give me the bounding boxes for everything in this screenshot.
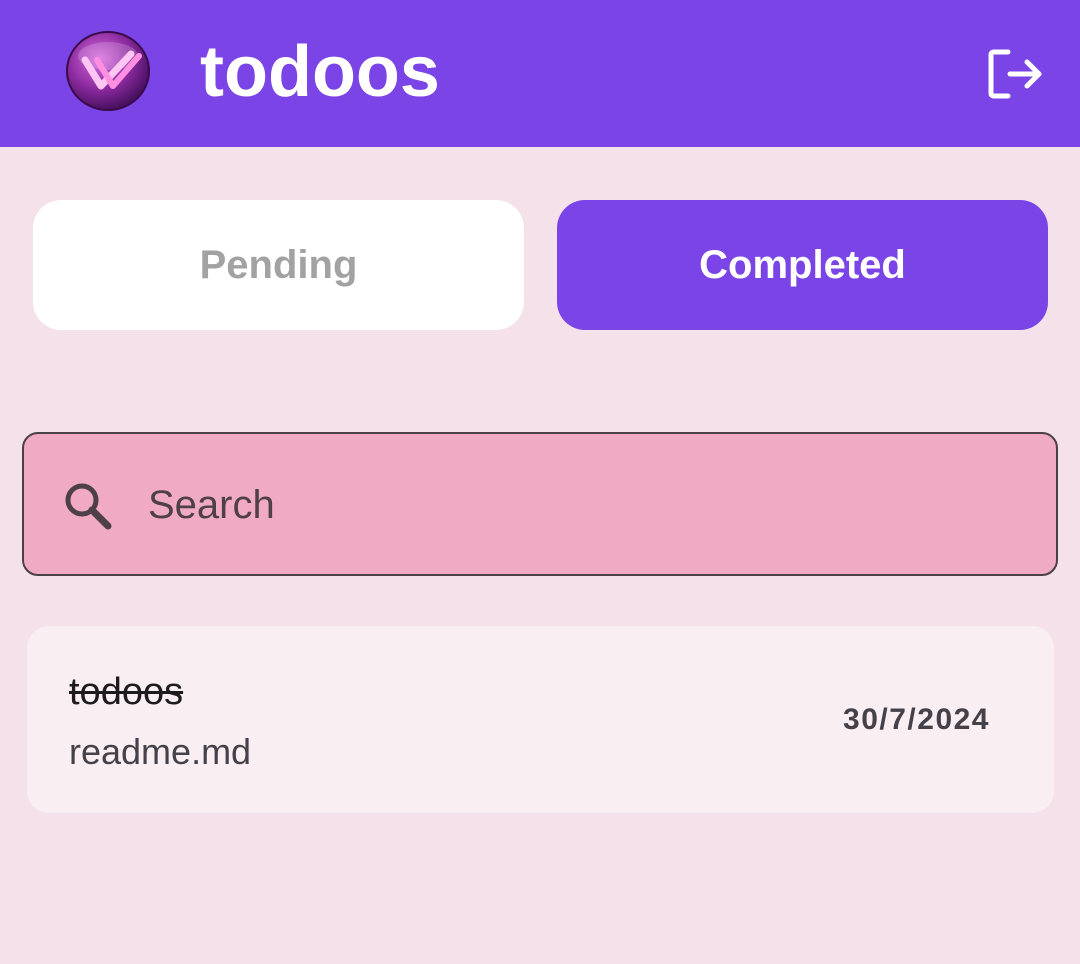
app-logo-icon: [65, 30, 151, 112]
todo-title: todoos: [69, 671, 184, 713]
search-placeholder: Search: [148, 483, 275, 527]
search-icon: [60, 478, 116, 534]
tab-completed[interactable]: Completed: [557, 200, 1048, 330]
search-input[interactable]: Search: [22, 432, 1058, 576]
todo-subtitle: readme.md: [69, 731, 252, 772]
todo-card[interactable]: todoos readme.md 30/7/2024: [27, 626, 1054, 813]
logout-icon[interactable]: [986, 46, 1046, 102]
todo-date: 30/7/2024: [843, 703, 990, 736]
app-bar: todoos: [0, 0, 1080, 147]
tab-pending[interactable]: Pending: [33, 200, 524, 330]
tab-completed-label: Completed: [699, 242, 906, 287]
tab-pending-label: Pending: [199, 242, 358, 287]
app-title: todoos: [200, 32, 440, 112]
